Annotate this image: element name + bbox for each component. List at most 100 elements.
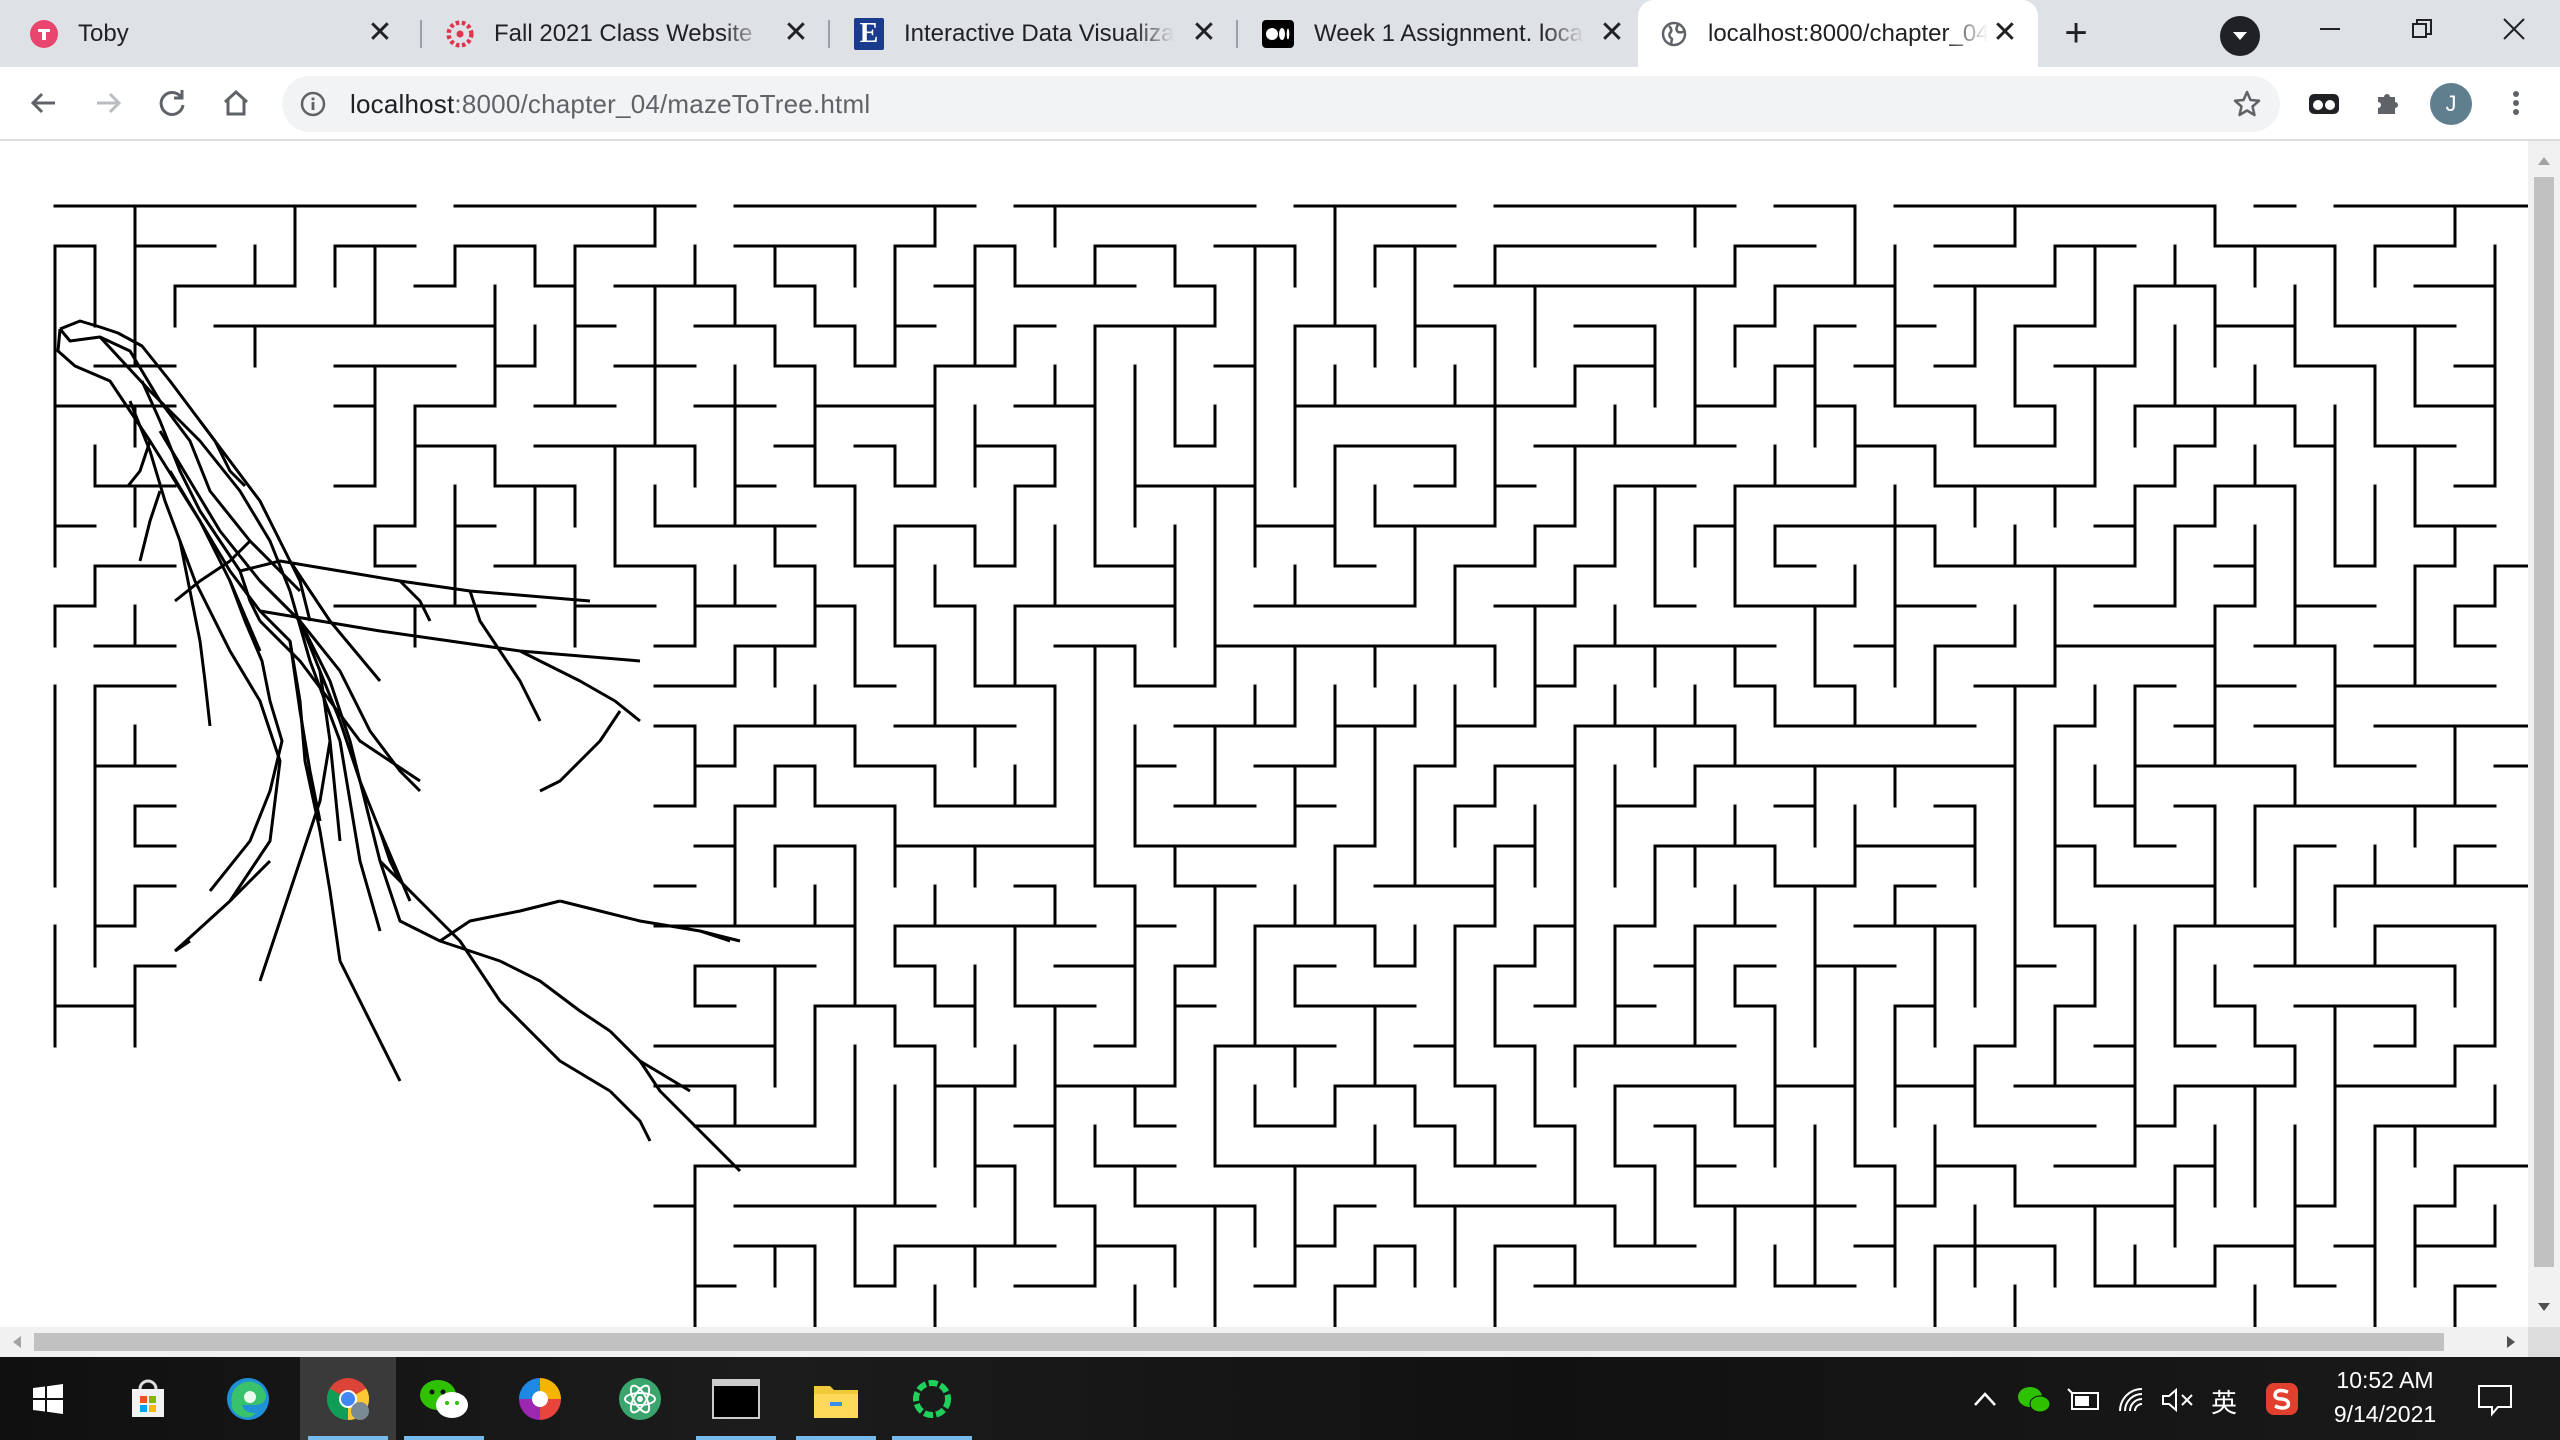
extension-button[interactable] xyxy=(2302,81,2346,125)
maze-canvas xyxy=(53,204,2528,1327)
close-icon xyxy=(2503,18,2525,40)
tree-branch xyxy=(228,859,272,903)
tab-week-1-assignment[interactable]: Week 1 Assignment. localhost ✕ xyxy=(1240,0,1645,67)
tree-branch xyxy=(519,649,641,723)
class-website-icon xyxy=(446,19,474,48)
pinwheel-icon xyxy=(519,1377,561,1420)
address-bar[interactable]: localhost:8000/chapter_04/mazeToTree.htm… xyxy=(282,76,2280,132)
incognito-extension-icon xyxy=(2309,94,2339,114)
tab-maze-to-tree[interactable]: localhost:8000/chapter_04/mazeToTree.htm… xyxy=(1638,0,2038,67)
taskbar-microsoft-store[interactable] xyxy=(100,1357,196,1440)
medium-icon xyxy=(1262,19,1294,48)
home-icon xyxy=(223,89,249,116)
star-icon[interactable] xyxy=(2232,89,2262,119)
taskbar-edge[interactable] xyxy=(200,1357,296,1440)
minimize-button[interactable] xyxy=(2282,0,2378,58)
tab-title: localhost:8000/chapter_04/mazeToTree.htm… xyxy=(1708,19,1988,47)
tree-branch xyxy=(198,420,247,488)
tab-interactive-data-visualization[interactable]: E Interactive Data Visualization ✕ xyxy=(832,0,1237,67)
taskbar-chrome[interactable] xyxy=(300,1357,396,1440)
restore-button[interactable] xyxy=(2374,0,2470,58)
tab-toby[interactable]: Toby ✕ xyxy=(8,0,413,67)
close-icon[interactable]: ✕ xyxy=(1597,18,1627,48)
tab-separator xyxy=(828,20,830,48)
ime-indicator[interactable]: 英 xyxy=(2204,1383,2244,1420)
taskbar-wechat[interactable] xyxy=(396,1357,492,1440)
horizontal-scroll-thumb[interactable] xyxy=(34,1333,2444,1351)
tree-branch xyxy=(138,490,162,562)
new-tab-button[interactable]: + xyxy=(2056,13,2096,54)
reload-button[interactable] xyxy=(150,81,194,125)
tab-separator xyxy=(420,20,422,48)
close-icon[interactable]: ✕ xyxy=(365,18,395,48)
wechat-icon xyxy=(420,1379,468,1418)
tree-branch xyxy=(338,960,402,1082)
scroll-down-arrow-icon[interactable] xyxy=(2528,1293,2560,1323)
notification-icon[interactable] xyxy=(2476,1383,2514,1417)
tree-branch xyxy=(499,959,611,1033)
volume-muted-icon[interactable] xyxy=(2160,1385,2196,1415)
vertical-scroll-thumb[interactable] xyxy=(2534,177,2554,1267)
green-ring-icon xyxy=(913,1379,951,1418)
tree-branch xyxy=(126,440,152,487)
clock-time[interactable]: 10:52 AM xyxy=(2310,1367,2460,1394)
clock-date[interactable]: 9/14/2021 xyxy=(2310,1401,2460,1428)
tree-branch xyxy=(378,859,611,1093)
atom-icon xyxy=(619,1377,661,1420)
folder-icon xyxy=(814,1385,858,1418)
back-button[interactable] xyxy=(22,81,66,125)
tree-branch xyxy=(258,579,422,793)
tab-fall-2021-class-website[interactable]: Fall 2021 Class Website ✕ xyxy=(424,0,829,67)
taskbar-atom[interactable] xyxy=(592,1357,688,1440)
close-icon[interactable]: ✕ xyxy=(1189,18,1219,48)
toby-icon xyxy=(30,19,58,48)
tab-strip: Toby ✕ Fall 2021 Class Website ✕ E Inter… xyxy=(0,0,2560,67)
tab-search-button[interactable] xyxy=(2220,16,2260,56)
start-button[interactable] xyxy=(0,1357,96,1440)
taskbar-file-explorer[interactable] xyxy=(788,1357,884,1440)
tree-branch xyxy=(258,619,421,783)
close-window-button[interactable] xyxy=(2466,0,2560,58)
horizontal-scrollbar[interactable] xyxy=(0,1327,2528,1357)
extensions-menu-button[interactable] xyxy=(2366,81,2410,125)
arrow-right-icon xyxy=(97,92,122,114)
wifi-icon[interactable] xyxy=(2116,1385,2150,1415)
terminal-icon xyxy=(712,1378,760,1419)
tree-branch xyxy=(439,899,561,943)
info-icon[interactable] xyxy=(298,89,328,119)
tree-branch xyxy=(258,740,332,982)
letter-e-icon: E xyxy=(854,17,884,50)
close-icon[interactable]: ✕ xyxy=(781,18,811,48)
close-icon[interactable]: ✕ xyxy=(1990,18,2020,48)
forward-button[interactable] xyxy=(86,81,130,125)
profile-avatar[interactable]: J xyxy=(2430,83,2472,125)
home-button[interactable] xyxy=(214,81,258,125)
scroll-up-arrow-icon[interactable] xyxy=(2528,145,2560,175)
url-text[interactable]: localhost:8000/chapter_04/mazeToTree.htm… xyxy=(350,89,870,120)
battery-icon[interactable] xyxy=(2066,1385,2102,1415)
sogou-input-icon[interactable] xyxy=(2264,1381,2300,1417)
tab-title: Fall 2021 Class Website xyxy=(494,19,753,47)
chrome-icon xyxy=(326,1377,370,1420)
reload-icon xyxy=(159,90,185,116)
scroll-left-arrow-icon[interactable] xyxy=(2,1327,32,1357)
chevron-up-icon[interactable] xyxy=(1972,1389,1998,1409)
taskbar-colorful-app[interactable] xyxy=(492,1357,588,1440)
tree-branch xyxy=(539,710,622,793)
taskbar-terminal[interactable] xyxy=(688,1357,784,1440)
taskbar-green-ring-app[interactable] xyxy=(884,1357,980,1440)
chrome-menu-button[interactable] xyxy=(2494,81,2538,125)
tree-branch xyxy=(178,540,212,727)
browser-toolbar: localhost:8000/chapter_04/mazeToTree.htm… xyxy=(0,67,2560,141)
wechat-tray-icon[interactable] xyxy=(2016,1385,2052,1415)
puzzle-icon xyxy=(2378,94,2398,114)
tab-title: Toby xyxy=(78,19,129,47)
scroll-right-arrow-icon[interactable] xyxy=(2496,1327,2526,1357)
windows-taskbar: 英 10:52 AM 9/14/2021 xyxy=(0,1357,2560,1440)
tree-branch xyxy=(298,620,501,963)
minimize-icon xyxy=(2320,28,2340,30)
vertical-scrollbar[interactable] xyxy=(2528,141,2560,1327)
restore-icon xyxy=(2412,19,2432,38)
url-host: localhost xyxy=(350,88,455,119)
tab-title: Interactive Data Visualization xyxy=(904,19,1174,47)
